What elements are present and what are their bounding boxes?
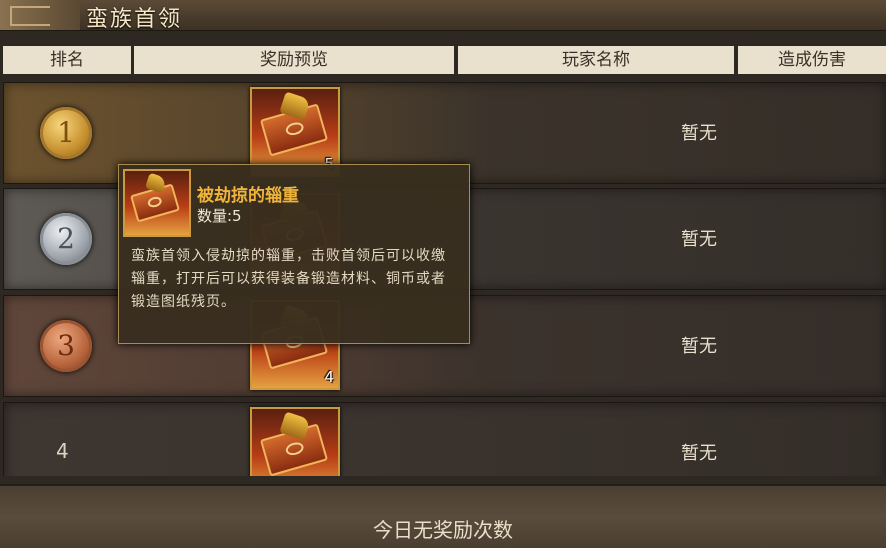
table-row: 4 暂无: [3, 402, 886, 476]
footer-bar: 今日无奖励次数: [0, 484, 886, 548]
reward-item[interactable]: [250, 407, 340, 476]
tooltip-item-name: 被劫掠的辎重: [197, 186, 299, 206]
player-name: 暂无: [681, 443, 717, 464]
player-name: 暂无: [681, 229, 717, 250]
window-title: 蛮族首领: [86, 7, 183, 32]
gold-medal-icon: 1: [40, 107, 92, 159]
tooltip-item-icon: [123, 169, 191, 237]
header-reward: 奖励预览: [134, 46, 454, 74]
item-tooltip: 被劫掠的辎重 数量:5 蛮族首领入侵劫掠的辎重，击败首领后可以收缴辎重，打开后可…: [118, 164, 470, 344]
rank-number: 4: [56, 439, 69, 463]
player-name: 暂无: [681, 336, 717, 357]
title-bar: 蛮族首领: [0, 0, 886, 32]
header-rank: 排名: [3, 46, 131, 74]
reward-count-status: 今日无奖励次数: [373, 518, 513, 542]
bronze-medal-icon: 3: [40, 320, 92, 372]
silver-medal-icon: 2: [40, 213, 92, 265]
header-damage: 造成伤害: [738, 46, 886, 74]
reward-quantity: 4: [324, 368, 334, 386]
header-player: 玩家名称: [458, 46, 734, 74]
tooltip-item-quantity: 数量:5: [197, 207, 242, 225]
tooltip-description: 蛮族首领入侵劫掠的辎重，击败首领后可以收缴辎重，打开后可以获得装备锻造材料、铜币…: [131, 248, 446, 310]
player-name: 暂无: [681, 123, 717, 144]
table-header: 排名 奖励预览 玩家名称 造成伤害: [0, 46, 886, 74]
title-ornament-icon: [0, 0, 80, 30]
